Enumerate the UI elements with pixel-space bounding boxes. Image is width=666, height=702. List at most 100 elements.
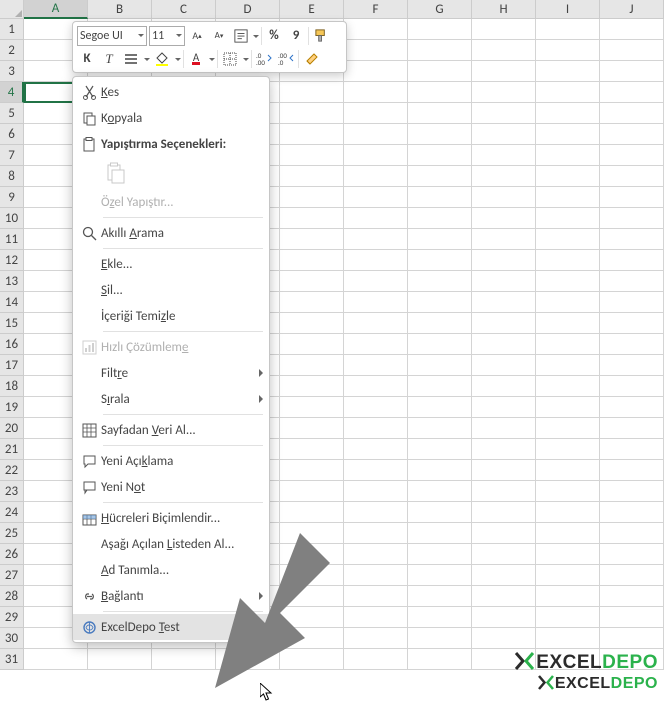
cell[interactable] (408, 61, 472, 82)
cell[interactable] (536, 271, 600, 292)
cell[interactable] (536, 376, 600, 397)
cell[interactable] (600, 82, 664, 103)
cell[interactable] (344, 355, 408, 376)
row-header-6[interactable]: 6 (0, 124, 24, 145)
cell[interactable] (472, 292, 536, 313)
cell[interactable] (600, 523, 664, 544)
cell[interactable] (408, 397, 472, 418)
cell[interactable] (344, 523, 408, 544)
row-header-23[interactable]: 23 (0, 481, 24, 502)
cell[interactable] (280, 502, 344, 523)
cell[interactable] (280, 376, 344, 397)
row-header-7[interactable]: 7 (0, 145, 24, 166)
cell[interactable] (472, 82, 536, 103)
row-header-22[interactable]: 22 (0, 460, 24, 481)
cell[interactable] (344, 208, 408, 229)
cell[interactable] (408, 355, 472, 376)
decrease-decimal-icon[interactable]: .00.0 (276, 49, 296, 69)
cell[interactable] (600, 250, 664, 271)
cell[interactable] (280, 523, 344, 544)
col-header-G[interactable]: G (408, 0, 472, 19)
cell[interactable] (280, 145, 344, 166)
percent-style-icon[interactable]: % (264, 26, 284, 46)
cell[interactable] (536, 418, 600, 439)
cell[interactable] (472, 544, 536, 565)
cell[interactable] (408, 166, 472, 187)
cell[interactable] (472, 355, 536, 376)
cell[interactable] (472, 586, 536, 607)
cell[interactable] (344, 481, 408, 502)
cell[interactable] (152, 649, 216, 670)
cell[interactable] (600, 187, 664, 208)
cell[interactable] (280, 208, 344, 229)
cell[interactable] (600, 397, 664, 418)
row-header-10[interactable]: 10 (0, 208, 24, 229)
menu-delete[interactable]: Sil... (73, 277, 269, 303)
cell[interactable] (280, 628, 344, 649)
row-header-31[interactable]: 31 (0, 649, 24, 670)
cell[interactable] (344, 19, 408, 40)
cell[interactable] (408, 271, 472, 292)
row-header-30[interactable]: 30 (0, 628, 24, 649)
row-header-8[interactable]: 8 (0, 166, 24, 187)
cell[interactable] (472, 439, 536, 460)
menu-get-data[interactable]: Sayfadan Veri Al... (73, 417, 269, 443)
cell[interactable] (472, 145, 536, 166)
row-header-27[interactable]: 27 (0, 565, 24, 586)
cell[interactable] (344, 82, 408, 103)
row-header-26[interactable]: 26 (0, 544, 24, 565)
cell[interactable] (408, 439, 472, 460)
cell[interactable] (536, 460, 600, 481)
cell[interactable] (280, 124, 344, 145)
cell[interactable] (280, 187, 344, 208)
menu-sort[interactable]: Sırala (73, 386, 269, 412)
cell[interactable] (536, 19, 600, 40)
cell[interactable] (600, 607, 664, 628)
cell[interactable] (280, 292, 344, 313)
cell[interactable] (536, 334, 600, 355)
borders-icon[interactable] (220, 49, 240, 69)
row-header-18[interactable]: 18 (0, 376, 24, 397)
cell[interactable] (344, 145, 408, 166)
cell[interactable] (344, 397, 408, 418)
cell[interactable] (408, 250, 472, 271)
cell[interactable] (408, 292, 472, 313)
cell[interactable] (344, 607, 408, 628)
cell[interactable] (344, 187, 408, 208)
cell[interactable] (344, 229, 408, 250)
cell[interactable] (280, 271, 344, 292)
cell[interactable] (408, 145, 472, 166)
row-header-17[interactable]: 17 (0, 355, 24, 376)
row-header-20[interactable]: 20 (0, 418, 24, 439)
cell[interactable] (344, 586, 408, 607)
cell[interactable] (280, 586, 344, 607)
col-header-E[interactable]: E (280, 0, 344, 19)
menu-filter[interactable]: Filtre (73, 360, 269, 386)
select-all-corner[interactable] (0, 0, 24, 19)
col-header-A[interactable]: A (24, 0, 88, 19)
cell[interactable] (280, 103, 344, 124)
cell[interactable] (472, 229, 536, 250)
menu-cut[interactable]: Kes (73, 79, 269, 105)
comma-style-icon[interactable]: 9 (286, 26, 306, 46)
cell[interactable] (536, 355, 600, 376)
cell[interactable] (536, 208, 600, 229)
cell[interactable] (600, 166, 664, 187)
row-header-13[interactable]: 13 (0, 271, 24, 292)
cell[interactable] (408, 229, 472, 250)
menu-format-cells[interactable]: Hücreleri Biçimlendir... (73, 505, 269, 531)
cell[interactable] (280, 82, 344, 103)
menu-insert[interactable]: Ekle... (73, 251, 269, 277)
font-color-icon[interactable]: A (186, 49, 206, 69)
cell[interactable] (472, 460, 536, 481)
cell[interactable] (600, 334, 664, 355)
row-header-2[interactable]: 2 (0, 40, 24, 61)
cell[interactable] (280, 460, 344, 481)
row-header-9[interactable]: 9 (0, 187, 24, 208)
cell[interactable] (600, 19, 664, 40)
cell[interactable] (408, 103, 472, 124)
cell[interactable] (472, 187, 536, 208)
cell[interactable] (344, 649, 408, 670)
italic-button[interactable]: T (99, 49, 119, 69)
cell[interactable] (536, 61, 600, 82)
